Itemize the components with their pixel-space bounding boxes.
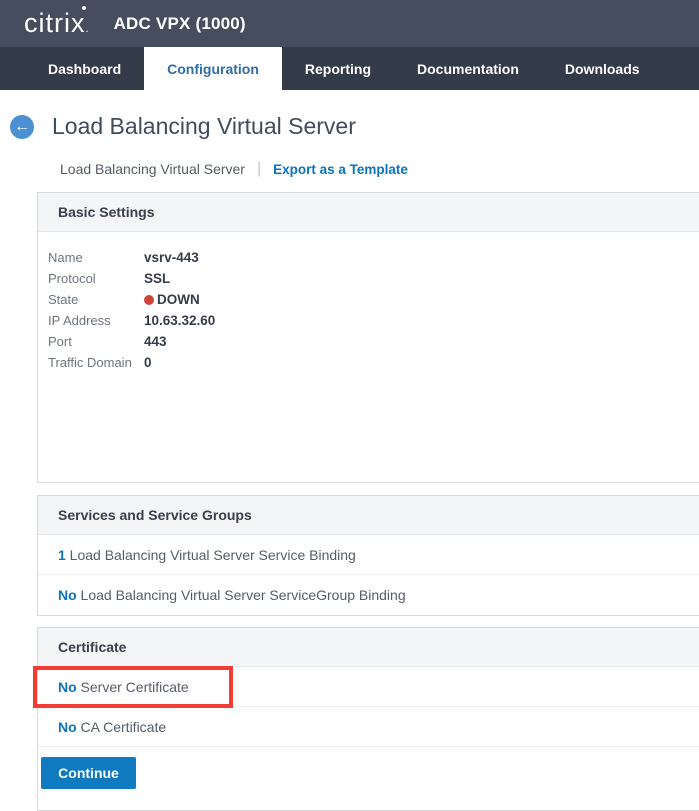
- server-certificate-link[interactable]: No: [58, 679, 77, 695]
- server-certificate-text: Server Certificate: [77, 679, 189, 695]
- citrix-logo: citrix.: [24, 10, 100, 37]
- ca-certificate-text: CA Certificate: [77, 719, 166, 735]
- field-row-protocol: Protocol SSL: [48, 268, 699, 289]
- field-row-ip-address: IP Address 10.63.32.60: [48, 310, 699, 331]
- basic-settings-header: Basic Settings: [38, 193, 699, 232]
- field-row-name: Name vsrv-443: [48, 247, 699, 268]
- tab-downloads[interactable]: Downloads: [542, 47, 663, 90]
- field-row-port: Port 443: [48, 331, 699, 352]
- field-value: 443: [144, 331, 167, 352]
- field-label: Name: [48, 247, 144, 268]
- service-binding-text: Load Balancing Virtual Server Service Bi…: [66, 547, 356, 563]
- field-value-state: DOWN: [144, 289, 200, 310]
- citrix-logo-period: .: [86, 23, 90, 35]
- field-value: vsrv-443: [144, 247, 199, 268]
- export-template-link[interactable]: Export as a Template: [273, 162, 408, 177]
- back-button[interactable]: ←: [10, 115, 34, 139]
- tab-dashboard[interactable]: Dashboard: [25, 47, 144, 90]
- status-text: DOWN: [157, 289, 200, 310]
- citrix-logo-dot-icon: [82, 6, 86, 10]
- tab-configuration[interactable]: Configuration: [144, 47, 282, 90]
- certificate-panel: Certificate No Server Certificate No CA …: [37, 627, 699, 811]
- servicegroup-binding-row[interactable]: No Load Balancing Virtual Server Service…: [38, 575, 699, 615]
- basic-settings-body: Name vsrv-443 Protocol SSL State DOWN IP…: [38, 232, 699, 482]
- service-binding-row[interactable]: 1 Load Balancing Virtual Server Service …: [38, 535, 699, 575]
- top-bar: citrix. ADC VPX (1000): [0, 0, 699, 47]
- field-value: SSL: [144, 268, 170, 289]
- field-value: 0: [144, 352, 152, 373]
- certificate-header: Certificate: [38, 628, 699, 667]
- field-row-state: State DOWN: [48, 289, 699, 310]
- field-label: Traffic Domain: [48, 352, 144, 373]
- server-certificate-row[interactable]: No Server Certificate: [38, 667, 699, 707]
- product-name: ADC VPX (1000): [114, 14, 246, 34]
- breadcrumb: Load Balancing Virtual Server: [60, 161, 245, 177]
- field-value: 10.63.32.60: [144, 310, 215, 331]
- basic-settings-panel: Basic Settings Name vsrv-443 Protocol SS…: [37, 192, 699, 483]
- field-label: Protocol: [48, 268, 144, 289]
- server-certificate-row-wrap: No Server Certificate: [38, 667, 699, 707]
- main-nav: Dashboard Configuration Reporting Docume…: [0, 47, 699, 90]
- button-row: Continue: [38, 747, 699, 810]
- tab-documentation[interactable]: Documentation: [394, 47, 542, 90]
- services-header: Services and Service Groups: [38, 496, 699, 535]
- servicegroup-binding-text: Load Balancing Virtual Server ServiceGro…: [77, 587, 406, 603]
- tab-reporting[interactable]: Reporting: [282, 47, 394, 90]
- service-binding-link[interactable]: 1: [58, 547, 66, 563]
- citrix-logo-text: citrix: [24, 8, 86, 38]
- servicegroup-binding-link[interactable]: No: [58, 587, 77, 603]
- services-panel: Services and Service Groups 1 Load Balan…: [37, 495, 699, 616]
- continue-button[interactable]: Continue: [41, 757, 136, 789]
- field-label: State: [48, 289, 144, 310]
- page-title: Load Balancing Virtual Server: [52, 113, 356, 140]
- ca-certificate-row[interactable]: No CA Certificate: [38, 707, 699, 747]
- back-arrow-icon: ←: [14, 119, 30, 135]
- field-row-traffic-domain: Traffic Domain 0: [48, 352, 699, 373]
- breadcrumb-separator: |: [257, 160, 261, 178]
- field-label: Port: [48, 331, 144, 352]
- status-down-dot-icon: [144, 295, 154, 305]
- field-label: IP Address: [48, 310, 144, 331]
- ca-certificate-link[interactable]: No: [58, 719, 77, 735]
